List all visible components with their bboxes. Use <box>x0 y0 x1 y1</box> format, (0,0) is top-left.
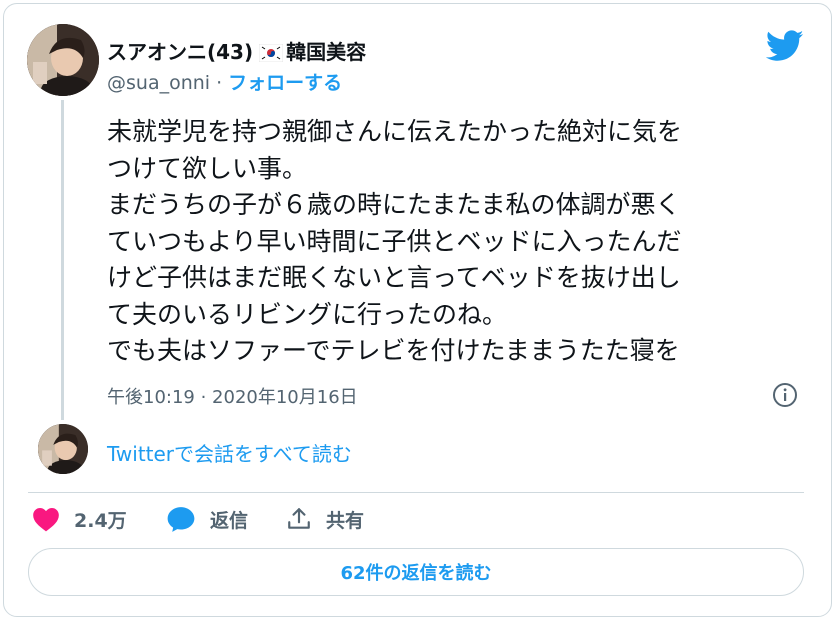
reply-label: 返信 <box>210 509 249 532</box>
follow-link[interactable]: フォローする <box>228 72 342 94</box>
reply-bubble-icon <box>167 507 195 532</box>
share-icon <box>288 508 310 529</box>
reply-button[interactable]: 返信 <box>166 503 248 535</box>
tweet-line: でも夫はソファーでテレビを付けたままうたた寝を <box>107 336 680 365</box>
conversation-avatar[interactable] <box>38 424 88 474</box>
heart-icon <box>33 508 59 532</box>
korea-flag-icon <box>258 43 284 67</box>
like-count: 2.4万 <box>74 509 127 532</box>
tweet-text: 未就学児を持つ親御さんに伝えたかった絶対に気を つけて欲しい事。 まだうちの子が… <box>107 114 807 370</box>
author-display-name: スアオンニ(43) <box>107 40 254 64</box>
like-button[interactable]: 2.4万 <box>32 503 127 535</box>
tweet-line: けど子供はまだ眠くないと言ってベッドを抜け出し <box>107 263 681 292</box>
tweet-timestamp[interactable]: 午後10:19 · 2020年10月16日 <box>107 383 358 409</box>
tweet-line: ていつもより早い時間に子供とベッドに入ったんだ <box>107 226 682 256</box>
read-conversation-link[interactable]: Twitterで会話をすべて読む <box>107 438 352 467</box>
tweet-line: て夫のいるリビングに行ったのね。 <box>107 299 508 329</box>
separator: · <box>216 72 223 94</box>
read-replies-label: 62件の返信を読む <box>340 563 492 584</box>
divider <box>28 492 804 493</box>
thread-line <box>61 100 64 420</box>
info-icon[interactable] <box>772 382 798 408</box>
handle-row: @sua_onni · フォローする <box>107 68 342 95</box>
share-button[interactable]: 共有 <box>286 503 364 535</box>
twitter-bird-icon[interactable] <box>765 30 804 62</box>
author-name[interactable]: スアオンニ(43) 韓国美容 <box>107 36 366 67</box>
tweet-line: つけて欲しい事。 <box>107 153 308 183</box>
tweet-line: 未就学児を持つ親御さんに伝えたかった絶対に気を <box>107 117 683 146</box>
author-avatar[interactable] <box>27 24 99 96</box>
author-name-suffix: 韓国美容 <box>286 40 367 64</box>
share-label: 共有 <box>326 509 365 532</box>
tweet-line: まだうちの子が６歳の時にたまたま私の体調が悪く <box>107 190 681 219</box>
read-replies-button[interactable]: 62件の返信を読む <box>28 548 804 596</box>
author-handle[interactable]: @sua_onni <box>107 72 210 94</box>
